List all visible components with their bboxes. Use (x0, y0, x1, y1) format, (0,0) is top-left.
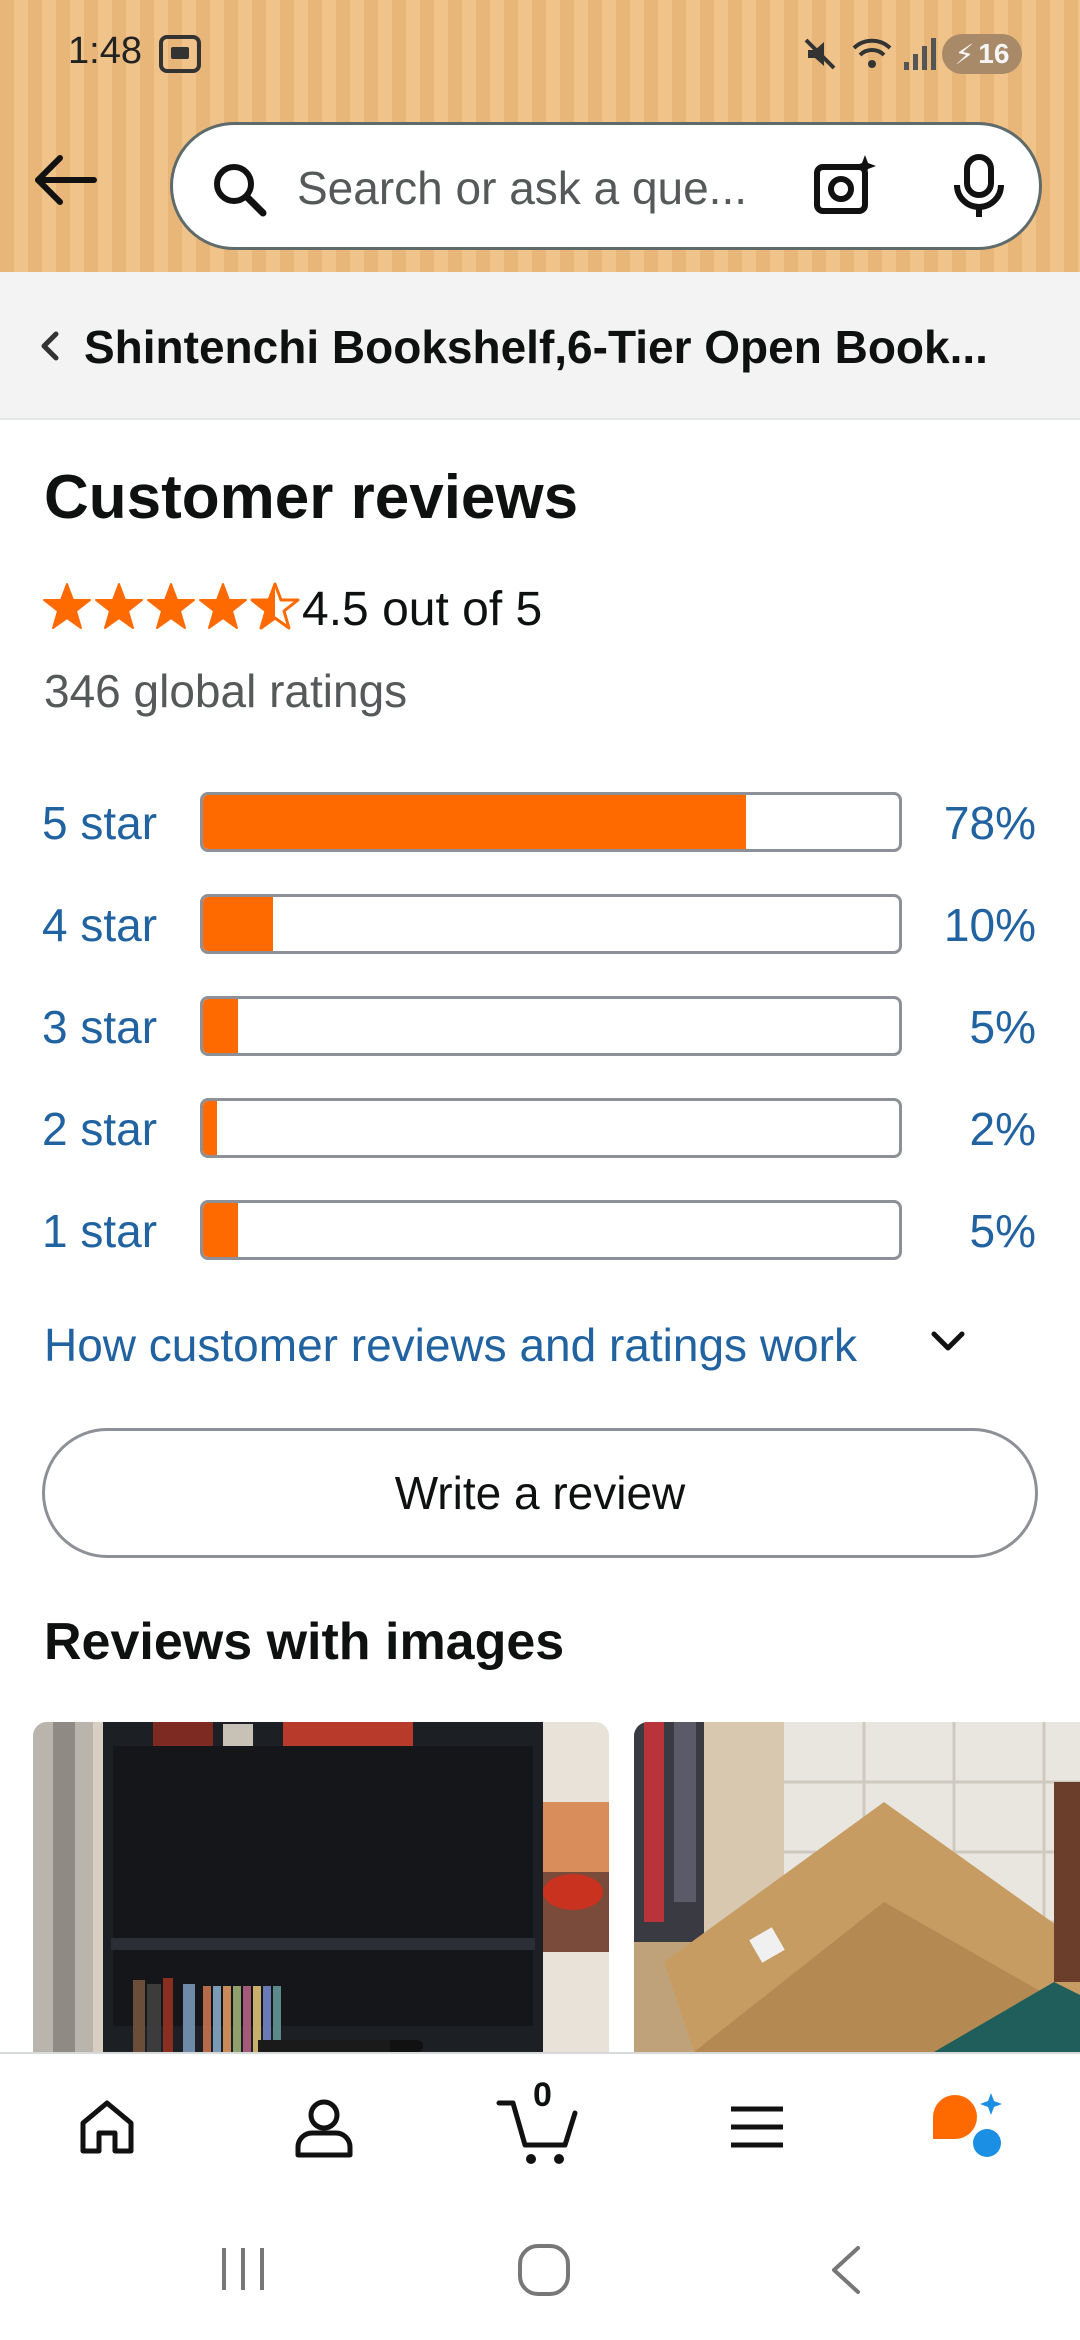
histogram-bar[interactable] (200, 894, 902, 954)
account-icon (295, 2099, 353, 2158)
page-title: Customer reviews (44, 463, 579, 532)
search-placeholder: Search or ask a que... (297, 162, 748, 214)
nav-rufus[interactable] (925, 2082, 1015, 2172)
mute-icon (802, 36, 838, 77)
histogram-percent[interactable]: 5% (970, 1204, 1036, 1258)
nav-home[interactable] (62, 2082, 152, 2172)
histogram-percent[interactable]: 5% (970, 1000, 1036, 1054)
how-reviews-work-link[interactable]: How customer reviews and ratings work (44, 1318, 857, 1372)
histogram-row-5[interactable]: 5 star 78% (0, 792, 1080, 852)
search-input[interactable]: Search or ask a que... (170, 122, 1042, 250)
system-nav-bar (0, 2200, 1080, 2340)
star-full-icon (199, 583, 247, 629)
microphone-icon[interactable] (951, 153, 1007, 224)
histogram-fill (203, 1101, 217, 1155)
review-image-box[interactable] (634, 1722, 1080, 2052)
histogram-label[interactable]: 2 star (42, 1102, 157, 1156)
star-rating (42, 582, 300, 630)
camera-search-icon[interactable] (811, 153, 877, 224)
histogram-bar[interactable] (200, 1200, 902, 1260)
star-full-icon (147, 583, 195, 629)
battery-icon: ⚡ (954, 38, 975, 70)
histogram-row-1[interactable]: 1 star 5% (0, 1200, 1080, 1260)
signal-icon (902, 36, 938, 77)
menu-icon (731, 2106, 783, 2148)
battery-indicator: ⚡ 16 (942, 34, 1022, 74)
search-icon (209, 159, 269, 224)
nav-cart[interactable]: 0 (495, 2076, 585, 2172)
write-review-button[interactable]: Write a review (42, 1428, 1038, 1558)
reviews-with-images-heading: Reviews with images (44, 1613, 565, 1671)
status-bar: 1:48 ⚡ 16 (0, 0, 1080, 110)
product-title[interactable]: Shintenchi Bookshelf,6-Tier Open Book... (84, 320, 988, 374)
histogram-fill (203, 897, 273, 951)
histogram-percent[interactable]: 10% (944, 898, 1036, 952)
back-system-icon[interactable] (826, 2242, 866, 2303)
histogram-row-3[interactable]: 3 star 5% (0, 996, 1080, 1056)
nav-account[interactable] (279, 2082, 369, 2172)
global-ratings-count: 346 global ratings (44, 665, 408, 717)
histogram-bar[interactable] (200, 1098, 902, 1158)
status-time: 1:48 (68, 30, 142, 72)
histogram-label[interactable]: 1 star (42, 1204, 157, 1258)
wifi-icon (850, 34, 894, 77)
bottom-nav: 0 (0, 2052, 1080, 2200)
home-system-icon[interactable] (516, 2242, 572, 2303)
star-half-icon (250, 582, 300, 630)
recent-apps-icon[interactable] (218, 2244, 268, 2299)
histogram-percent[interactable]: 2% (970, 1102, 1036, 1156)
star-full-icon (95, 583, 143, 629)
histogram-percent[interactable]: 78% (944, 796, 1036, 850)
back-button[interactable] (30, 150, 100, 210)
histogram-label[interactable]: 5 star (42, 796, 157, 850)
battery-level: 16 (978, 38, 1010, 69)
nav-menu[interactable] (712, 2082, 802, 2172)
chevron-down-icon[interactable] (928, 1328, 968, 1361)
histogram-fill (203, 795, 746, 849)
app-header: 1:48 ⚡ 16 Search or ask a que... (0, 0, 1080, 272)
histogram-fill (203, 999, 238, 1053)
back-arrow-icon (35, 155, 97, 205)
histogram-bar[interactable] (200, 792, 902, 852)
histogram-fill (203, 1203, 238, 1257)
cart-count: 0 (533, 2076, 552, 2114)
histogram-label[interactable]: 4 star (42, 898, 157, 952)
screenshot-icon (158, 34, 202, 79)
product-breadcrumb[interactable]: Shintenchi Bookshelf,6-Tier Open Book... (0, 272, 1080, 420)
rufus-icon (933, 2093, 1002, 2157)
average-rating: 4.5 out of 5 (302, 583, 543, 636)
histogram-label[interactable]: 3 star (42, 1000, 157, 1054)
review-image-bookshelf[interactable] (33, 1722, 609, 2052)
star-full-icon (43, 583, 91, 629)
histogram-row-4[interactable]: 4 star 10% (0, 894, 1080, 954)
histogram-row-2[interactable]: 2 star 2% (0, 1098, 1080, 1158)
home-icon (80, 2100, 134, 2154)
chevron-left-icon (38, 328, 62, 369)
histogram-bar[interactable] (200, 996, 902, 1056)
